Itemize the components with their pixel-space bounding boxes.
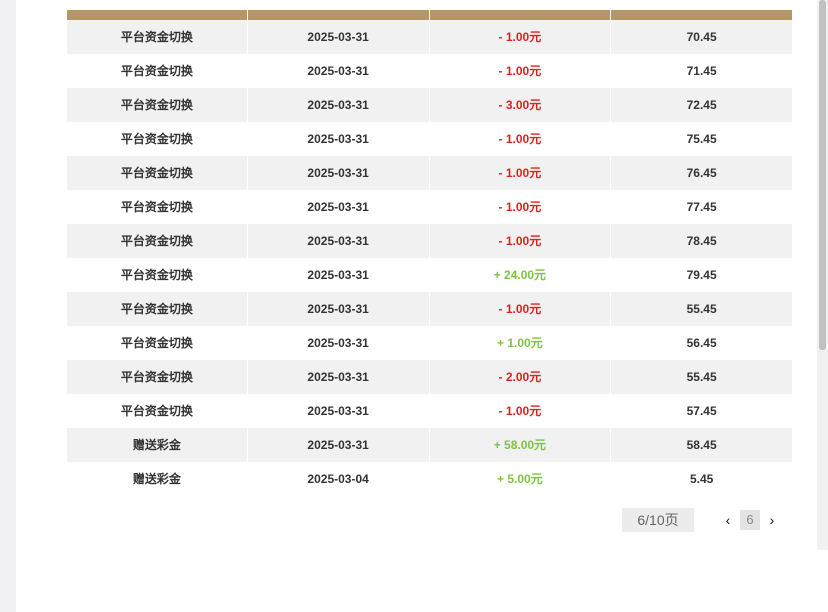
amount-cell: - 1.00元 (428, 224, 611, 258)
amount-cell: + 5.00元 (428, 462, 611, 496)
transaction-table: 平台资金切换 2025-03-31- 1.00元 70.45 平台资金切换 2025-0… (67, 10, 792, 496)
date-cell: 2025-03-31 (246, 292, 429, 326)
type-cell: 平台资金切换 (120, 370, 193, 384)
date-cell: 2025-03-31 (246, 88, 429, 122)
amount-cell: - 1.00元 (428, 394, 611, 428)
table-row: 平台资金切换 2025-03-31 + 24.00元 79.45 (67, 258, 792, 292)
type-cell: 赠送彩金 (132, 472, 181, 486)
scrollbar-thumb[interactable] (819, 0, 826, 350)
amount-cell: + 58.00元 (428, 428, 611, 462)
date-cell: 2025-03-31 (246, 54, 429, 88)
header-cell (246, 10, 429, 20)
header-cell (428, 10, 611, 20)
table-row: 平台资金切换 2025-03-31- 1.00元 71.45 (67, 54, 792, 88)
balance-cell: 70.45 (610, 20, 792, 54)
chevron-left-icon[interactable]: ‹ (720, 508, 736, 532)
scrollbar[interactable] (817, 0, 828, 550)
date-cell: 2025-03-04 (246, 462, 429, 496)
balance-cell: 5.45 (610, 462, 792, 496)
table-header (67, 10, 792, 20)
table-row: 平台资金切换 2025-03-31 + 1.00元 56.45 (67, 326, 792, 360)
balance-cell: 56.45 (610, 326, 792, 360)
type-cell: 平台资金切换 (120, 200, 193, 214)
table-row: 平台资金切换 2025-03-31- 1.00元 70.45 (67, 20, 792, 54)
balance-cell: 75.45 (610, 122, 792, 156)
balance-cell: 55.45 (610, 292, 792, 326)
date-cell: 2025-03-31 (246, 224, 429, 258)
type-cell: 平台资金切换 (120, 302, 193, 316)
header-cell (67, 10, 247, 20)
date-cell: 2025-03-31 (246, 360, 429, 394)
current-page-button[interactable]: 6 (740, 510, 760, 530)
type-cell: 平台资金切换 (120, 404, 193, 418)
amount-cell: - 1.00元 (428, 122, 611, 156)
chevron-right-icon[interactable]: › (764, 508, 780, 532)
type-cell: 平台资金切换 (120, 166, 193, 180)
date-cell: 2025-03-31 (246, 326, 429, 360)
type-cell: 平台资金切换 (120, 64, 193, 78)
table-body: 平台资金切换 2025-03-31- 1.00元 70.45 平台资金切换 2025-0… (67, 20, 792, 496)
type-cell: 平台资金切换 (120, 234, 193, 248)
table-row: 平台资金切换 2025-03-31- 1.00元 55.45 (67, 292, 792, 326)
date-cell: 2025-03-31 (246, 394, 429, 428)
type-cell: 平台资金切换 (120, 132, 193, 146)
type-cell: 平台资金切换 (120, 268, 193, 282)
amount-cell: - 1.00元 (428, 292, 611, 326)
amount-cell: + 1.00元 (428, 326, 611, 360)
table-row: 平台资金切换 2025-03-31- 1.00元 78.45 (67, 224, 792, 258)
amount-cell: - 1.00元 (428, 54, 611, 88)
balance-cell: 57.45 (610, 394, 792, 428)
balance-cell: 71.45 (610, 54, 792, 88)
type-cell: 赠送彩金 (132, 438, 181, 452)
table-row: 平台资金切换 2025-03-31- 1.00元 76.45 (67, 156, 792, 190)
date-cell: 2025-03-31 (246, 156, 429, 190)
balance-cell: 58.45 (610, 428, 792, 462)
table-row: 平台资金切换 2025-03-31- 2.00元 55.45 (67, 360, 792, 394)
amount-cell: - 1.00元 (428, 190, 611, 224)
table-row: 平台资金切换 2025-03-31- 1.00元 77.45 (67, 190, 792, 224)
pagination: 6/10页 ‹ 6 › (622, 508, 780, 532)
type-cell: 平台资金切换 (120, 98, 193, 112)
balance-cell: 78.45 (610, 224, 792, 258)
balance-cell: 79.45 (610, 258, 792, 292)
amount-cell: - 2.00元 (428, 360, 611, 394)
balance-cell: 72.45 (610, 88, 792, 122)
page-info: 6/10页 (622, 508, 694, 532)
table-row: 平台资金切换 2025-03-31- 1.00元 75.45 (67, 122, 792, 156)
amount-cell: - 1.00元 (428, 20, 611, 54)
balance-cell: 76.45 (610, 156, 792, 190)
table-row: 赠送彩金 2025-03-04 + 5.00元 5.45 (67, 462, 792, 496)
date-cell: 2025-03-31 (246, 258, 429, 292)
amount-cell: - 3.00元 (428, 88, 611, 122)
type-cell: 平台资金切换 (120, 30, 193, 44)
balance-cell: 55.45 (610, 360, 792, 394)
header-cell (610, 10, 792, 20)
type-cell: 平台资金切换 (120, 336, 193, 350)
table-row: 赠送彩金 2025-03-31 + 58.00元 58.45 (67, 428, 792, 462)
date-cell: 2025-03-31 (246, 20, 429, 54)
amount-cell: + 24.00元 (428, 258, 611, 292)
date-cell: 2025-03-31 (246, 190, 429, 224)
amount-cell: - 1.00元 (428, 156, 611, 190)
date-cell: 2025-03-31 (246, 428, 429, 462)
table-row: 平台资金切换 2025-03-31- 1.00元 57.45 (67, 394, 792, 428)
balance-cell: 77.45 (610, 190, 792, 224)
date-cell: 2025-03-31 (246, 122, 429, 156)
table-row: 平台资金切换 2025-03-31- 3.00元 72.45 (67, 88, 792, 122)
